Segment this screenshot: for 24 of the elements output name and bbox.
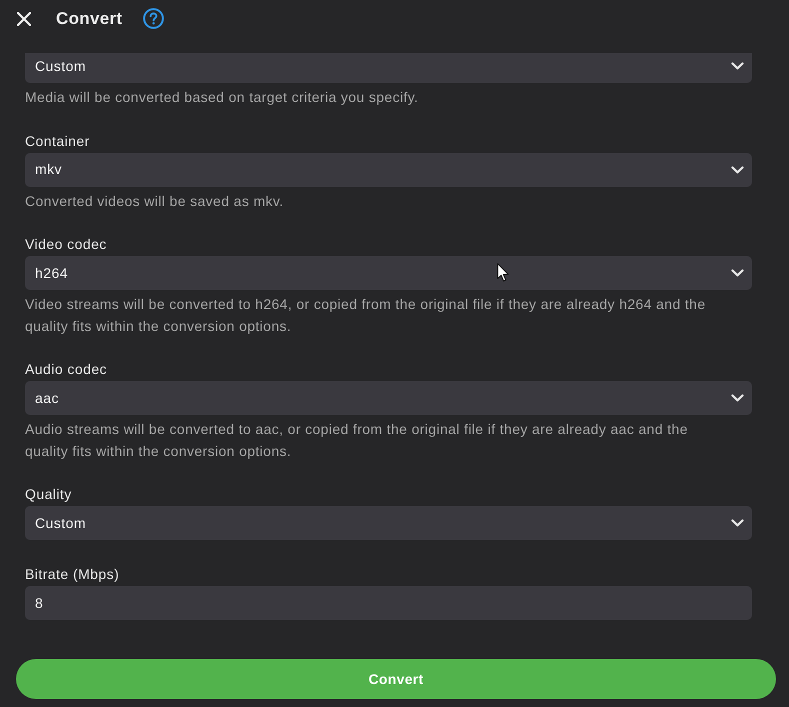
dropdown-select[interactable]: aac	[25, 381, 752, 415]
close-icon[interactable]	[17, 12, 31, 26]
number-input[interactable]: 8	[25, 586, 752, 620]
mouse-pointer-icon	[497, 263, 509, 282]
chevron-down-icon	[731, 269, 744, 277]
chevron-down-icon	[731, 166, 744, 174]
field-label: Container	[25, 132, 91, 150]
help-text: Video streams will be converted to h264, or copied from the original file if they are already h264 and the quality fits within the conversion options.	[25, 295, 707, 336]
chevron-down-icon	[731, 394, 744, 402]
dropdown-select[interactable]: Custom	[25, 53, 752, 83]
dialog-title: Convert	[56, 8, 122, 28]
chevron-down-icon	[731, 519, 744, 527]
dropdown-select[interactable]: h264	[25, 256, 752, 290]
field-label: Audio codec	[25, 360, 108, 379]
field-label: Video codec	[25, 235, 108, 254]
field-label: Bitrate (Mbps)	[25, 565, 120, 584]
dropdown-select[interactable]: Custom	[25, 506, 752, 540]
help-text: Converted videos will be saved as mkv.	[25, 192, 285, 210]
help-text: Media will be converted based on target criteria you specify.	[25, 88, 420, 107]
dropdown-select[interactable]: mkv	[25, 152, 752, 186]
help-text: Audio streams will be converted to aac, or copied from the original file if they are already aac and the quality fits within the conversion options.	[25, 420, 689, 461]
field-label: Quality	[25, 485, 73, 504]
help-icon[interactable]	[143, 8, 164, 29]
chevron-down-icon	[731, 62, 744, 70]
